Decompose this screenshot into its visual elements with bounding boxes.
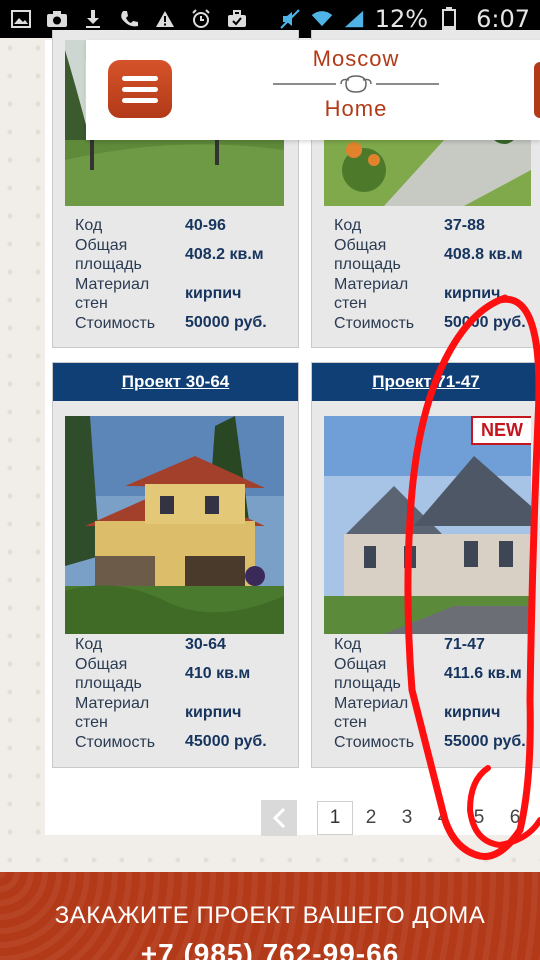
project-card: Проект 30-64 Код 30-64 Общая площадь 410…: [52, 362, 299, 768]
logo-line1: Moscow: [312, 46, 400, 71]
material-label-line2: стен: [75, 714, 108, 731]
alarm-icon: [190, 8, 212, 30]
project-title-link[interactable]: Проект 71-47: [372, 372, 479, 392]
area-label-line2: площадь: [75, 675, 142, 692]
logo-line2: Home: [324, 96, 388, 121]
warning-icon: [154, 8, 176, 30]
material-label: Материал стен: [75, 694, 185, 733]
price-label: Стоимость: [334, 733, 415, 751]
chevron-left-icon: [272, 807, 286, 829]
area-label-line1: Общая: [75, 236, 128, 254]
project-specs: Код 71-47 Общая площадь 411.6 кв.м Материал…: [334, 635, 540, 752]
material-label-line1: Материал: [334, 694, 409, 712]
price-label: Стоимость: [75, 733, 156, 751]
material-label-line1: Материал: [75, 694, 150, 712]
price-value: 55000 руб.: [444, 733, 526, 751]
area-label: Общая площадь: [334, 236, 444, 275]
area-label-line2: площадь: [75, 256, 142, 273]
page-1[interactable]: 1: [317, 801, 353, 835]
code-label: Код: [75, 636, 103, 653]
material-value: кирпич: [444, 285, 501, 302]
material-label-line2: стен: [334, 295, 367, 312]
area-value: 410 кв.м: [185, 665, 251, 682]
area-value: 408.2 кв.м: [185, 246, 264, 263]
code-value: 30-64: [185, 635, 226, 653]
area-label-line1: Общая: [75, 655, 128, 673]
price-value: 50000 руб.: [444, 314, 526, 332]
code-label: Код: [334, 636, 362, 653]
page-5[interactable]: 5: [461, 801, 497, 835]
project-image[interactable]: [65, 416, 284, 634]
area-label-line1: Общая: [334, 236, 387, 254]
menu-bar: [122, 86, 158, 92]
area-value: 408.8 кв.м: [444, 246, 523, 263]
code-value: 40-96: [185, 216, 226, 234]
project-specs: Код 30-64 Общая площадь 410 кв.м Материал ст…: [75, 635, 300, 752]
site-header: Moscow Home: [86, 40, 540, 140]
code-value: 37-88: [444, 216, 485, 234]
page-4[interactable]: 4: [425, 801, 461, 835]
material-label: Материал стен: [334, 275, 444, 314]
material-label: Материал стен: [75, 275, 185, 314]
project-title-bar: Проект 30-64: [53, 363, 298, 401]
project-image[interactable]: NEW: [324, 416, 531, 634]
menu-button[interactable]: [108, 60, 172, 118]
material-label-line1: Материал: [75, 275, 150, 293]
signal-icon: [343, 8, 365, 30]
material-label-line1: Материал: [334, 275, 409, 293]
price-value: 45000 руб.: [185, 733, 267, 751]
page-2[interactable]: 2: [353, 801, 389, 835]
material-label-line2: стен: [75, 295, 108, 312]
menu-bar: [122, 75, 158, 81]
price-label: Стоимость: [334, 314, 415, 332]
material-label: Материал стен: [334, 694, 444, 733]
code-label: Код: [334, 217, 362, 234]
project-specs: Код 40-96 Общая площадь 408.2 кв.м Материал…: [75, 216, 300, 333]
battery-icon: [438, 7, 460, 31]
new-badge: NEW: [471, 416, 531, 445]
area-label: Общая площадь: [334, 655, 444, 694]
material-value: кирпич: [444, 704, 501, 721]
catalog-panel: Код 40-96 Общая площадь 408.2 кв.м Материал…: [45, 30, 540, 835]
pagination: 1 2 3 4 5 6: [261, 800, 533, 836]
area-label-line2: площадь: [334, 256, 401, 273]
project-specs: Код 37-88 Общая площадь 408.8 кв.м Материал…: [334, 216, 540, 333]
site-logo[interactable]: Moscow Home: [266, 46, 446, 136]
wifi-icon: [311, 8, 333, 30]
menu-bar: [122, 97, 158, 103]
project-title-bar: Проект 71-47: [312, 363, 540, 401]
price-label: Стоимость: [75, 314, 156, 332]
footer-cta: ЗАКАЖИТЕ ПРОЕКТ ВАШЕГО ДОМА +7 (985) 762…: [0, 872, 540, 960]
briefcase-icon: [226, 8, 248, 30]
battery-percent: 12%: [374, 5, 429, 33]
code-value: 71-47: [444, 635, 485, 653]
phone-link[interactable]: +7 (985) 762-99-66: [0, 938, 540, 960]
area-label-line2: площадь: [334, 675, 401, 692]
page-6[interactable]: 6: [497, 801, 533, 835]
project-title-link[interactable]: Проект 30-64: [122, 372, 229, 392]
phone-icon: [118, 8, 140, 30]
prev-page-button[interactable]: [261, 800, 297, 836]
area-label-line1: Общая: [334, 655, 387, 673]
price-value: 50000 руб.: [185, 314, 267, 332]
project-card: Проект 71-47 NEW Код 71-47 Общая площадь 41…: [311, 362, 540, 768]
cta-text: ЗАКАЖИТЕ ПРОЕКТ ВАШЕГО ДОМА: [54, 902, 486, 929]
mute-icon: [279, 8, 301, 30]
area-label: Общая площадь: [75, 236, 185, 275]
material-label-line2: стен: [334, 714, 367, 731]
code-label: Код: [75, 217, 103, 234]
material-value: кирпич: [185, 704, 242, 721]
area-label: Общая площадь: [75, 655, 185, 694]
camera-icon: [46, 8, 68, 30]
area-value: 411.6 кв.м: [444, 665, 522, 682]
material-value: кирпич: [185, 285, 242, 302]
image-icon: [10, 8, 32, 30]
next-slide-edge[interactable]: [534, 62, 540, 118]
ornament-icon: [266, 72, 446, 96]
clock: 6:07: [476, 5, 530, 33]
download-icon: [82, 8, 104, 30]
page-3[interactable]: 3: [389, 801, 425, 835]
